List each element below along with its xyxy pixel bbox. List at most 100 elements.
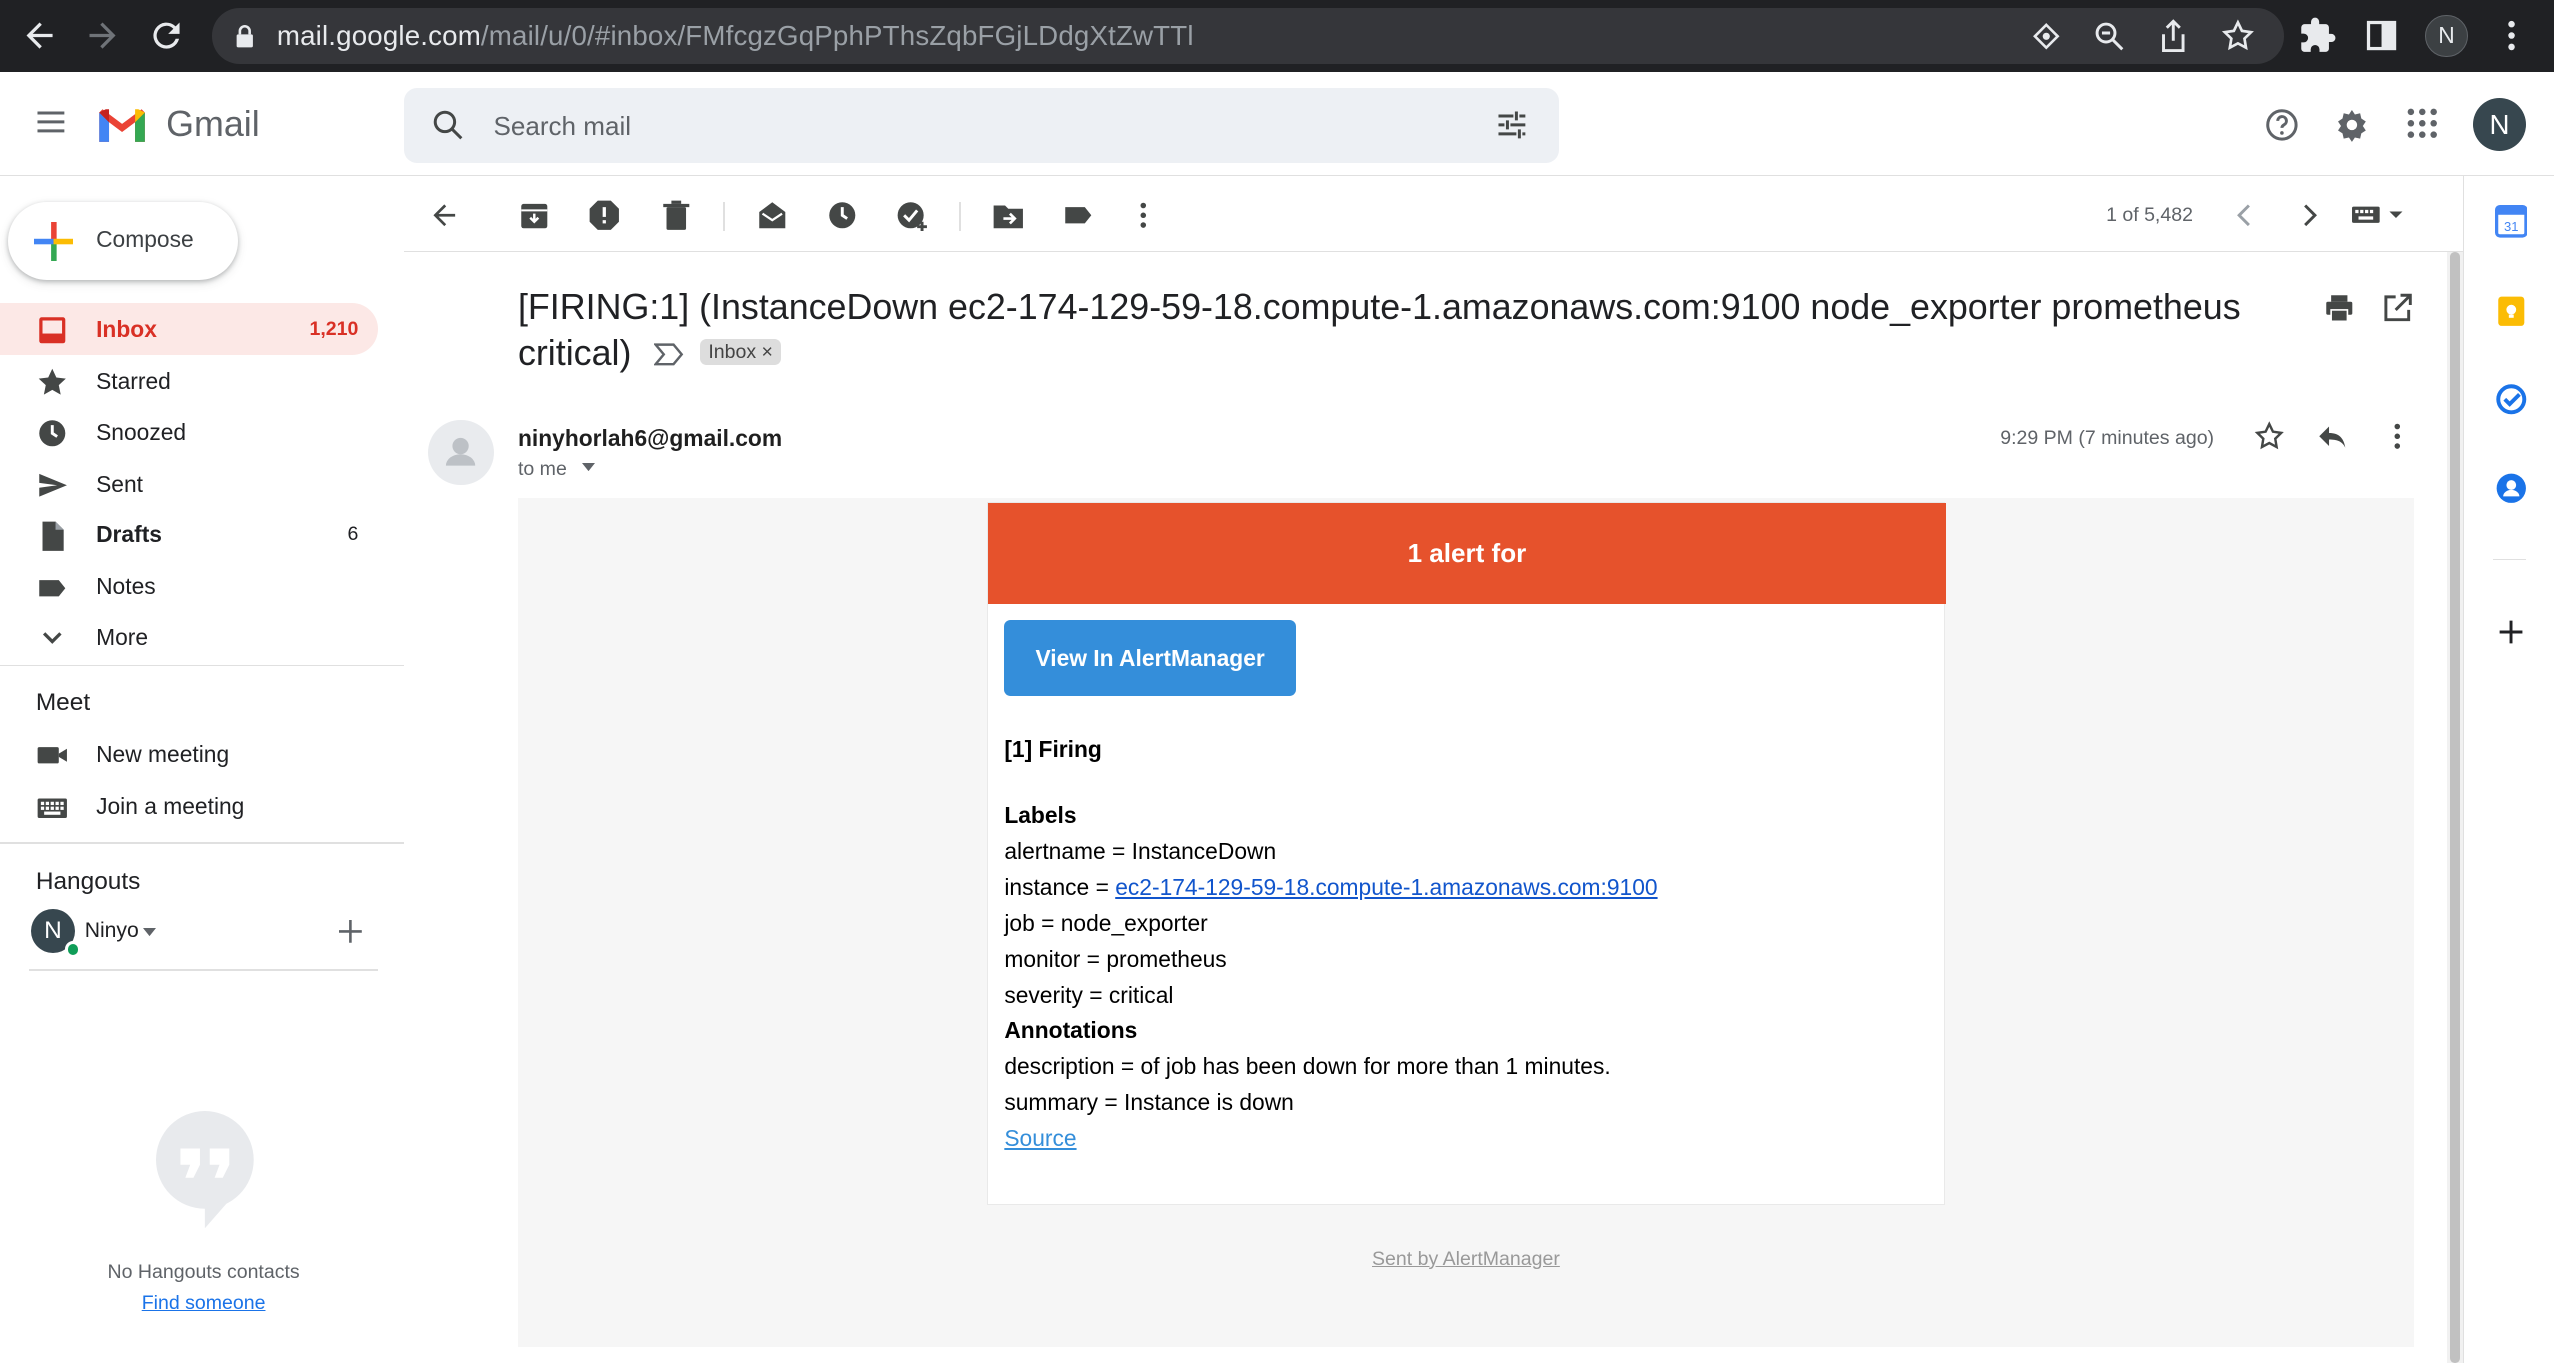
alertname-line: alertname = InstanceDown (1004, 838, 1277, 865)
details-dropdown-icon[interactable] (582, 463, 596, 472)
report-spam-icon[interactable] (588, 199, 621, 232)
snooze-clock-icon[interactable] (826, 199, 859, 232)
share-icon[interactable] (2157, 18, 2190, 54)
add-to-tasks-icon[interactable] (896, 199, 929, 232)
draft-count: 6 (347, 522, 359, 545)
sidebar-item-more[interactable]: More (0, 611, 378, 663)
sidebar-item-inbox[interactable]: Inbox 1,210 (0, 302, 378, 356)
older-chevron-right-icon[interactable] (2297, 199, 2323, 232)
remove-label-icon[interactable]: × (762, 341, 773, 363)
new-meeting-label: New meeting (96, 741, 230, 768)
online-status-dot (65, 941, 82, 958)
contacts-icon[interactable] (2495, 472, 2528, 505)
toolbar-separator (959, 201, 961, 232)
input-tools-keyboard-icon[interactable] (2352, 205, 2404, 225)
meet-heading: Meet (35, 688, 91, 716)
keyboard-icon (36, 792, 69, 825)
forward-arrow-icon[interactable] (83, 16, 122, 55)
view-in-alertmanager-button[interactable]: View In AlertManager (1004, 619, 1296, 697)
alert-card: 1 alert for View In AlertManager [1] Fir… (987, 501, 1946, 1206)
sender-email[interactable]: ninyhorlah6@gmail.com (518, 425, 782, 452)
toolbar-separator (723, 201, 725, 232)
star-icon (36, 366, 69, 399)
join-meeting-item[interactable]: Join a meeting (0, 780, 378, 832)
recipient-details[interactable]: to me (518, 458, 596, 481)
side-panel-divider (2493, 558, 2526, 561)
browser-toolbar: mail.google.com/mail/u/0/#inbox/FMfcgzGq… (0, 0, 2554, 72)
label-as-icon[interactable] (1062, 199, 1095, 232)
instance-prefix: instance = (1004, 874, 1116, 901)
chrome-menu-icon[interactable] (2492, 16, 2531, 55)
new-meeting-item[interactable]: New meeting (0, 728, 378, 780)
scrollbar-thumb[interactable] (2449, 252, 2460, 1364)
instance-link[interactable]: ec2-174-129-59-18.compute-1.amazonaws.co… (1115, 874, 1657, 900)
draft-icon (36, 520, 69, 553)
send-icon (36, 469, 69, 502)
sidebar-item-notes[interactable]: Notes (0, 560, 378, 612)
delete-trash-icon[interactable] (660, 199, 693, 232)
add-contact-plus-icon[interactable] (338, 920, 362, 944)
print-icon[interactable] (2323, 292, 2356, 325)
join-meeting-label: Join a meeting (96, 793, 245, 820)
archive-icon[interactable] (518, 199, 551, 232)
more-actions-icon[interactable] (1127, 199, 1160, 232)
account-avatar[interactable]: N (2472, 97, 2527, 152)
search-bar[interactable]: Search mail (403, 87, 1559, 163)
address-bar[interactable]: mail.google.com/mail/u/0/#inbox/FMfcgzGq… (211, 8, 2284, 64)
keep-notes-icon[interactable] (2495, 295, 2528, 328)
main-menu-icon[interactable] (33, 104, 69, 140)
unread-count: 1,210 (309, 317, 359, 340)
bookmark-star-icon[interactable] (2220, 18, 2256, 54)
status-dropdown-icon[interactable] (143, 928, 157, 937)
side-panel-icon[interactable] (2362, 16, 2401, 55)
move-to-icon[interactable] (992, 199, 1025, 232)
source-line: Source (1004, 1125, 1076, 1152)
zoom-icon[interactable] (2093, 20, 2126, 53)
settings-gear-icon[interactable] (2334, 107, 2370, 143)
clock-icon (36, 417, 69, 450)
calendar-icon[interactable]: 31 (2494, 205, 2528, 238)
open-in-new-window-icon[interactable] (2381, 292, 2414, 325)
toolbar-divider (403, 250, 2463, 253)
sidebar-item-sent[interactable]: Sent (0, 458, 378, 510)
importance-marker-icon[interactable] (654, 343, 684, 366)
mark-unread-icon[interactable] (756, 199, 789, 232)
sidebar-item-label: Drafts (96, 521, 162, 548)
sidebar-item-label: Sent (96, 470, 143, 497)
search-options-icon[interactable] (1494, 107, 1530, 143)
side-panel: 31 (2462, 175, 2554, 1364)
back-to-inbox-icon[interactable] (428, 199, 461, 232)
labels-heading: Labels (1004, 802, 1077, 829)
reply-icon[interactable] (2316, 420, 2349, 453)
apps-grid-icon[interactable] (2406, 107, 2439, 140)
get-addons-plus-icon[interactable] (2498, 619, 2524, 645)
message-more-icon[interactable] (2381, 420, 2414, 453)
label-icon (36, 572, 69, 605)
sent-by-alertmanager-link[interactable]: Sent by AlertManager (518, 1248, 2414, 1271)
gmail-header: Gmail Search mail N (0, 72, 2554, 176)
reload-icon[interactable] (147, 16, 186, 55)
compose-button[interactable]: Compose (8, 201, 238, 281)
newer-chevron-left-icon[interactable] (2231, 199, 2257, 232)
sidebar-item-drafts[interactable]: Drafts 6 (0, 508, 378, 560)
browser-profile-avatar[interactable]: N (2425, 14, 2468, 57)
summary-line: summary = Instance is down (1004, 1089, 1294, 1116)
sidebar-item-snoozed[interactable]: Snoozed (0, 406, 378, 458)
find-someone-link[interactable]: Find someone (0, 1292, 407, 1315)
sidebar-item-starred[interactable]: Starred (0, 355, 378, 407)
message-scrollbar[interactable] (2446, 252, 2463, 1364)
help-icon[interactable] (2264, 107, 2300, 143)
star-message-icon[interactable] (2253, 420, 2286, 453)
tasks-icon[interactable] (2495, 383, 2528, 416)
gmail-logo-icon[interactable] (96, 106, 148, 145)
extensions-puzzle-icon[interactable] (2298, 16, 2337, 55)
source-link[interactable]: Source (1004, 1125, 1076, 1151)
search-icon[interactable] (430, 107, 466, 143)
hangouts-user-name[interactable]: Ninyo (85, 919, 139, 943)
inbox-icon (36, 314, 69, 347)
instance-line: instance = ec2-174-129-59-18.compute-1.a… (1004, 874, 1657, 901)
search-input[interactable]: Search mail (494, 111, 632, 142)
lock-icon (235, 23, 255, 49)
cast-eye-icon[interactable] (2030, 20, 2063, 53)
back-arrow-icon[interactable] (20, 16, 59, 55)
